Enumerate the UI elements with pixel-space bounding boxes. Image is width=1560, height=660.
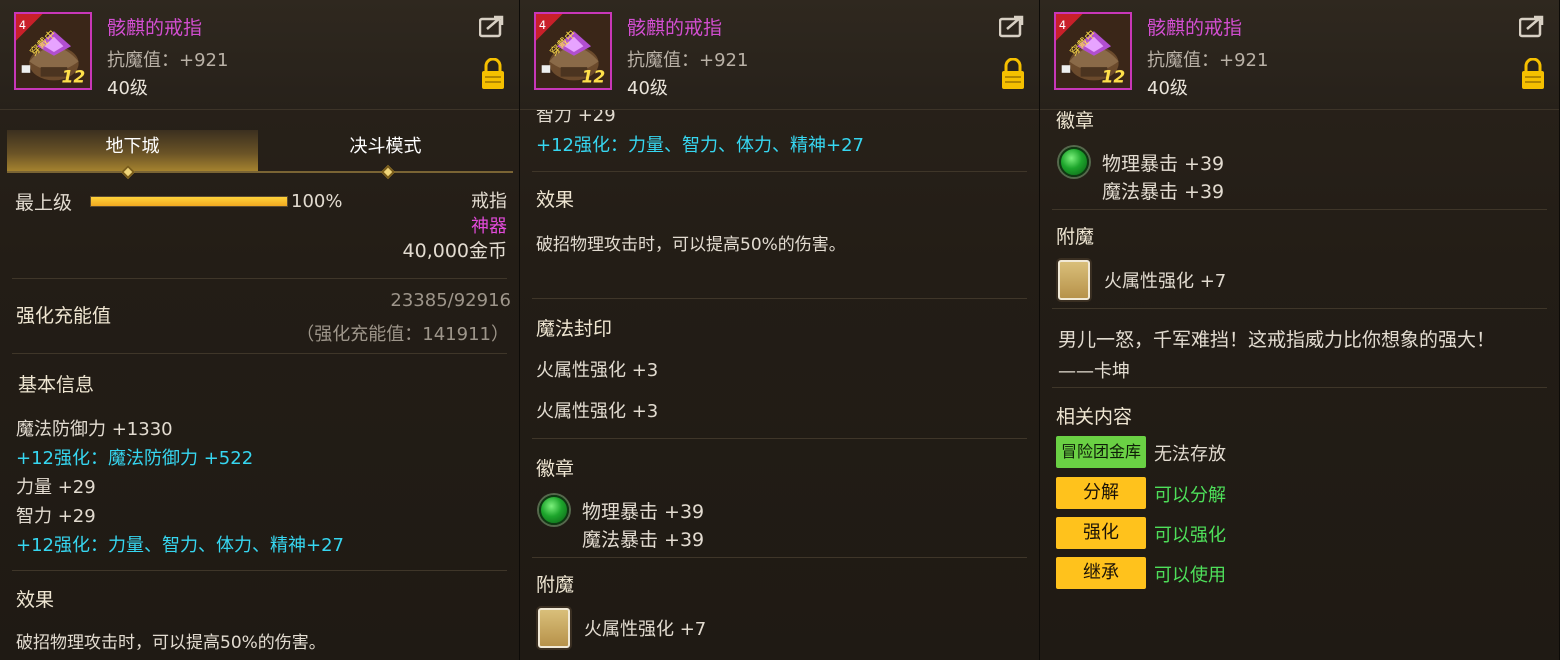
inherit-button[interactable]: 继承 — [1056, 557, 1146, 589]
tab-dungeon[interactable]: 地下城 — [7, 130, 258, 172]
vault-status: 无法存放 — [1154, 444, 1226, 465]
svg-text:12: 12 — [62, 67, 86, 87]
item-stat: 抗魔值：+921 — [627, 50, 749, 71]
item-price: 40,000金币 — [402, 240, 507, 262]
tab-underline — [7, 171, 513, 173]
item-name: 骸麒的戒指 — [627, 17, 723, 39]
item-stat: 抗魔值：+921 — [107, 50, 229, 71]
item-level: 40级 — [1147, 78, 1188, 99]
item-icon: 4 穿戴中 12 — [14, 12, 92, 90]
basic-line: 力量 +29 — [16, 477, 96, 498]
ring-item-icon: 4 穿戴中 12 — [536, 14, 610, 88]
item-header: 4 穿戴中 12 骸麒的戒指 抗魔值：+921 40级 — [1040, 0, 1559, 110]
item-name: 骸麒的戒指 — [107, 17, 203, 39]
item-icon: 4 穿戴中 12 — [534, 12, 612, 90]
grade-progress-bar — [90, 196, 288, 207]
share-icon[interactable] — [999, 14, 1027, 38]
disassemble-status: 可以分解 — [1154, 485, 1226, 506]
share-icon[interactable] — [1519, 14, 1547, 38]
adventure-vault-button[interactable]: 冒险团金库 — [1056, 436, 1146, 468]
divider — [1052, 387, 1547, 388]
svg-text:12: 12 — [1102, 67, 1126, 87]
enchant-card-icon — [1058, 260, 1090, 300]
disassemble-button[interactable]: 分解 — [1056, 477, 1146, 509]
effect-text: 破招物理攻击时，可以提高50%的伤害。 — [536, 235, 846, 255]
item-tooltip-panel-2: 4 穿戴中 12 骸麒的戒指 抗魔值：+921 40级 智力 +29 +12强化… — [520, 0, 1040, 660]
grade-progress-fill — [91, 197, 287, 206]
grade-percent: 100% — [291, 191, 343, 212]
lock-icon[interactable] — [1001, 58, 1025, 90]
inherit-status: 可以使用 — [1154, 565, 1226, 586]
emblem-title: 徽章 — [536, 458, 575, 480]
share-icon[interactable] — [479, 14, 507, 38]
charge-title: 强化充能值 — [16, 305, 112, 327]
enchant-card-icon — [538, 608, 570, 648]
basic-info-title: 基本信息 — [18, 374, 95, 396]
svg-text:4: 4 — [539, 18, 546, 32]
svg-text:4: 4 — [1059, 18, 1066, 32]
item-stat: 抗魔值：+921 — [1147, 50, 1269, 71]
enchant-text: 火属性强化 +7 — [1104, 271, 1227, 292]
divider — [532, 298, 1027, 299]
item-header: 4 穿戴中 12 骸麒的戒指 抗魔值：+921 40级 — [0, 0, 519, 110]
basic-line: +12强化：力量、智力、体力、精神+27 — [16, 535, 344, 556]
charge-value: 23385/92916 — [390, 290, 511, 311]
divider — [1052, 209, 1547, 210]
divider — [532, 557, 1027, 558]
basic-line: 魔法防御力 +1330 — [16, 419, 173, 440]
emblem-line: 魔法暴击 +39 — [582, 529, 705, 551]
item-level: 40级 — [107, 78, 148, 99]
item-tooltip-panel-3: 4 穿戴中 12 骸麒的戒指 抗魔值：+921 40级 徽章 物理暴击 +39 … — [1040, 0, 1560, 660]
flavor-quote: 男儿一怒，千军难挡！这戒指威力比你想象的强大！ — [1058, 329, 1496, 351]
ring-item-icon: 4 穿戴中 12 — [1056, 14, 1130, 88]
divider — [532, 438, 1027, 439]
effect-text: 破招物理攻击时，可以提高50%的伤害。 — [16, 633, 326, 653]
emblem-orb-icon — [1059, 147, 1089, 177]
lock-icon[interactable] — [481, 58, 505, 90]
emblem-orb-icon — [539, 495, 569, 525]
charge-detail: （强化充能值：141911） — [296, 324, 509, 345]
item-rarity: 神器 — [471, 216, 507, 237]
divider — [1052, 308, 1547, 309]
lock-icon[interactable] — [1521, 58, 1545, 90]
flavor-author: ——卡坤 — [1058, 361, 1130, 382]
enchant-title: 附魔 — [1056, 226, 1095, 248]
enchant-text: 火属性强化 +7 — [584, 619, 707, 640]
emblem-line: 物理暴击 +39 — [1102, 153, 1225, 175]
seal-line: 火属性强化 +3 — [536, 401, 659, 422]
item-tooltip-panel-1: 4 穿戴中 12 骸麒的戒指 抗魔值：+921 40级 地下城 决斗模式 最上级… — [0, 0, 520, 660]
emblem-line: 物理暴击 +39 — [582, 501, 705, 523]
related-title: 相关内容 — [1056, 406, 1133, 428]
effect-title: 效果 — [16, 589, 55, 611]
ring-item-icon: 4 穿戴中 12 — [16, 14, 90, 88]
basic-line: 智力 +29 — [16, 506, 96, 527]
item-header: 4 穿戴中 12 骸麒的戒指 抗魔值：+921 40级 — [520, 0, 1039, 110]
divider — [12, 278, 507, 279]
divider — [12, 570, 507, 571]
divider — [532, 171, 1027, 172]
divider — [12, 353, 507, 354]
basic-line: +12强化：魔法防御力 +522 — [16, 448, 254, 469]
effect-title: 效果 — [536, 189, 575, 211]
basic-line: +12强化：力量、智力、体力、精神+27 — [536, 135, 864, 156]
enchant-title: 附魔 — [536, 574, 575, 596]
magic-seal-title: 魔法封印 — [536, 318, 613, 340]
item-name: 骸麒的戒指 — [1147, 17, 1243, 39]
emblem-line: 魔法暴击 +39 — [1102, 181, 1225, 203]
item-icon: 4 穿戴中 12 — [1054, 12, 1132, 90]
enhance-status: 可以强化 — [1154, 525, 1226, 546]
enhance-button[interactable]: 强化 — [1056, 517, 1146, 549]
svg-text:4: 4 — [19, 18, 26, 32]
seal-line: 火属性强化 +3 — [536, 360, 659, 381]
svg-text:12: 12 — [582, 67, 606, 87]
item-level: 40级 — [627, 78, 668, 99]
emblem-title: 徽章 — [1056, 110, 1095, 132]
item-type: 戒指 — [471, 191, 507, 212]
grade-label: 最上级 — [15, 192, 73, 214]
